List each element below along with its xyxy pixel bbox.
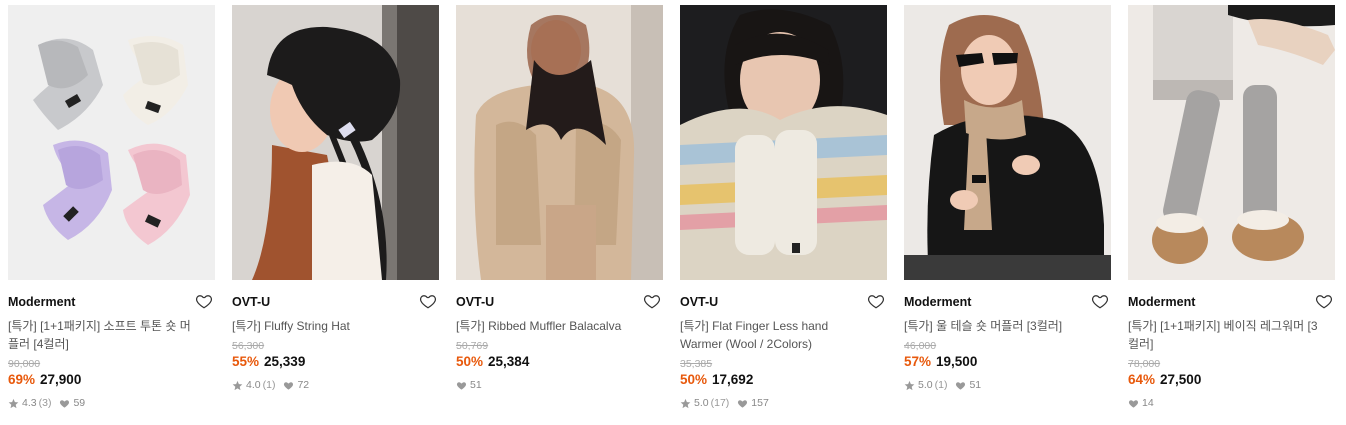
rating-value: 4.0	[246, 379, 261, 391]
sale-price: 27,900	[40, 372, 82, 387]
product-photo	[1128, 5, 1335, 280]
sale-price: 27,500	[1160, 372, 1202, 387]
price-row: 69% 27,900	[8, 371, 215, 389]
price-row: 50% 25,384	[456, 353, 663, 371]
brand-name[interactable]: Moderment	[904, 295, 971, 309]
rating-value: 5.0	[918, 379, 933, 391]
like-count: 51	[470, 379, 482, 391]
star-icon	[8, 398, 19, 408]
discount-rate: 55%	[232, 354, 260, 369]
price-row: 64% 27,500	[1128, 371, 1335, 389]
star-icon	[904, 380, 915, 390]
product-image[interactable]	[456, 5, 663, 280]
product-image[interactable]	[904, 5, 1111, 280]
rating-value: 5.0	[694, 397, 709, 409]
original-price: 78,000	[1128, 358, 1161, 370]
product-title[interactable]: [특가] [1+1패키지] 베이직 레그워머 [3컬러]	[1128, 317, 1318, 353]
product-card[interactable]: Moderment [특가] [1+1패키지] 베이직 레그워머 [3컬러] 7…	[1128, 5, 1335, 410]
star-icon	[680, 398, 691, 408]
product-card[interactable]: OVT-U [특가] Fluffy String Hat 56,300 55% 2…	[232, 5, 439, 392]
review-count: (1)	[934, 379, 948, 391]
like-count: 14	[1142, 397, 1154, 409]
price-row: 50% 17,692	[680, 371, 887, 389]
product-photo	[8, 5, 215, 280]
heart-icon	[738, 399, 748, 408]
heart-icon	[60, 399, 70, 408]
sale-price: 17,692	[712, 372, 754, 387]
heart-icon[interactable]	[195, 292, 213, 310]
heart-icon[interactable]	[419, 292, 437, 310]
original-price: 90,000	[8, 358, 41, 370]
discount-rate: 69%	[8, 372, 36, 387]
product-card[interactable]: Moderment [특가] [1+1패키지] 소프트 투톤 숏 머플러 [4컬…	[8, 5, 215, 410]
heart-icon	[284, 381, 294, 390]
product-photo	[456, 5, 663, 280]
heart-icon[interactable]	[1315, 292, 1333, 310]
product-card[interactable]: OVT-U [특가] Flat Finger Less hand Warmer …	[680, 5, 887, 410]
product-card[interactable]: OVT-U [특가] Ribbed Muffler Balacalva 50,7…	[456, 5, 663, 392]
discount-rate: 50%	[680, 372, 708, 387]
rating-value: 4.3	[22, 397, 37, 409]
sale-price: 25,339	[264, 354, 306, 369]
review-count: (1)	[262, 379, 276, 391]
product-title[interactable]: [특가] Fluffy String Hat	[232, 317, 422, 335]
product-image[interactable]	[1128, 5, 1335, 280]
product-photo	[680, 5, 887, 280]
original-price: 46,000	[904, 340, 937, 352]
product-meta: 51	[456, 378, 663, 392]
price-row: 57% 19,500	[904, 353, 1111, 371]
star-icon	[232, 380, 243, 390]
heart-icon[interactable]	[643, 292, 661, 310]
product-image[interactable]	[680, 5, 887, 280]
product-card[interactable]: Moderment [특가] 울 테슬 숏 머플러 [3컬러] 46,000 5…	[904, 5, 1111, 392]
brand-name[interactable]: OVT-U	[232, 295, 270, 309]
discount-rate: 64%	[1128, 372, 1156, 387]
sale-price: 19,500	[936, 354, 978, 369]
product-photo	[232, 5, 439, 280]
like-count: 59	[73, 397, 86, 409]
heart-icon	[456, 381, 467, 390]
brand-name[interactable]: Moderment	[1128, 295, 1195, 309]
original-price: 56,300	[232, 340, 265, 352]
price-row: 55% 25,339	[232, 353, 439, 371]
heart-icon[interactable]	[867, 292, 885, 310]
product-title[interactable]: [특가] Flat Finger Less hand Warmer (Wool …	[680, 317, 870, 353]
product-meta: 4.0 (1) 72	[232, 378, 439, 392]
discount-rate: 50%	[456, 354, 484, 369]
product-image[interactable]	[8, 5, 215, 280]
brand-name[interactable]: OVT-U	[456, 295, 494, 309]
product-meta: 5.0 (1) 51	[904, 378, 1111, 392]
heart-icon	[956, 381, 966, 390]
heart-icon[interactable]	[1091, 292, 1109, 310]
product-image[interactable]	[232, 5, 439, 280]
product-meta: 4.3 (3) 59	[8, 396, 215, 410]
review-count: (3)	[38, 397, 52, 409]
product-photo	[904, 5, 1111, 280]
brand-name[interactable]: Moderment	[8, 295, 75, 309]
product-title[interactable]: [특가] [1+1패키지] 소프트 투톤 숏 머플러 [4컬러]	[8, 317, 198, 353]
product-meta: 14	[1128, 396, 1335, 410]
like-count: 51	[969, 379, 982, 391]
sale-price: 25,384	[488, 354, 530, 369]
product-title[interactable]: [특가] Ribbed Muffler Balacalva	[456, 317, 646, 335]
discount-rate: 57%	[904, 354, 932, 369]
like-count: 72	[297, 379, 310, 391]
like-count: 157	[751, 397, 769, 409]
review-count: (17)	[710, 397, 730, 409]
product-meta: 5.0 (17) 157	[680, 396, 887, 410]
original-price: 50,769	[456, 340, 489, 352]
brand-name[interactable]: OVT-U	[680, 295, 718, 309]
product-grid: Moderment [특가] [1+1패키지] 소프트 투톤 숏 머플러 [4컬…	[0, 0, 1346, 425]
product-title[interactable]: [특가] 울 테슬 숏 머플러 [3컬러]	[904, 317, 1094, 335]
heart-icon	[1128, 399, 1139, 408]
original-price: 35,385	[680, 358, 713, 370]
